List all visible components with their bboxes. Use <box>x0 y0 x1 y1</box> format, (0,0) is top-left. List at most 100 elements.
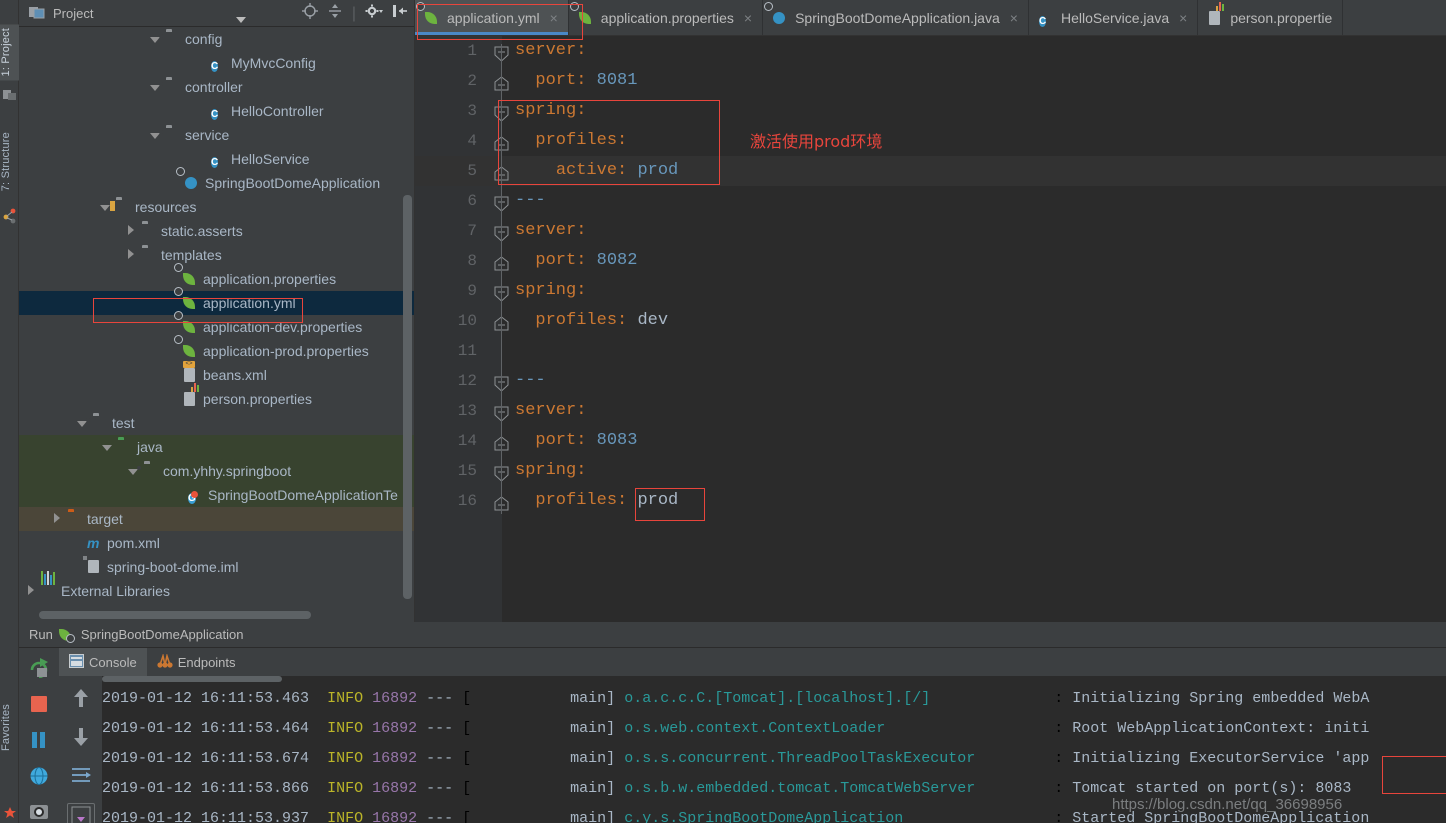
tree-node[interactable]: test <box>19 411 414 435</box>
scroll-to-end-icon[interactable] <box>67 803 95 823</box>
code-line[interactable]: 11 <box>415 336 1446 366</box>
sidebar-item-project[interactable]: 1: Project <box>0 24 19 81</box>
folder-icon <box>135 223 157 239</box>
locate-icon[interactable] <box>301 3 318 24</box>
spring-leaf-icon <box>58 628 75 643</box>
tree-node[interactable]: C HelloController <box>19 99 414 123</box>
code-text: server: <box>515 396 586 426</box>
project-tree[interactable]: config C MyMvcConfig controller C HelloContro… <box>19 27 414 622</box>
tree-node[interactable]: application.properties <box>19 263 414 291</box>
code-editor[interactable]: 1 server: 2 port: 8081 3 spring: 4 profiles: 5… <box>415 36 1446 622</box>
line-number: 4 <box>467 132 477 150</box>
code-line[interactable]: 1 server: <box>415 36 1446 66</box>
rerun-icon[interactable] <box>28 658 50 683</box>
tree-node[interactable]: G SpringBootDomeApplicationTe <box>19 483 414 507</box>
gear-icon[interactable] <box>365 3 383 24</box>
stop-icon[interactable] <box>29 694 49 719</box>
tree-vertical-scrollbar[interactable] <box>403 195 412 599</box>
camera-icon[interactable] <box>29 802 49 823</box>
code-line[interactable]: 12 --- <box>415 366 1446 396</box>
editor-tab-bar: application.yml × application.properties × S… <box>415 0 1446 36</box>
tree-node[interactable]: resources <box>19 195 414 219</box>
ide-window: 1: Project 7: Structure Favorites Projec… <box>0 0 1446 823</box>
tree-node[interactable]: m pom.xml <box>19 531 414 555</box>
editor-tab[interactable]: SpringBootDomeApplication.java × <box>763 0 1029 35</box>
tree-node[interactable]: application.yml <box>19 287 414 315</box>
log-level: INFO <box>327 750 364 767</box>
soft-wrap-icon[interactable] <box>70 766 92 789</box>
hide-panel-icon[interactable] <box>392 4 408 23</box>
tree-node[interactable]: External Libraries <box>19 571 414 603</box>
close-tab-icon[interactable]: × <box>744 10 752 26</box>
globe-icon[interactable] <box>29 766 49 791</box>
code-line[interactable]: 6 --- <box>415 186 1446 216</box>
tree-node[interactable]: person.properties <box>19 383 414 411</box>
code-line[interactable]: 3 spring: <box>415 96 1446 126</box>
close-tab-icon[interactable]: × <box>550 10 558 26</box>
code-line[interactable]: 14 port: 8083 <box>415 426 1446 456</box>
tree-node[interactable]: SpringBootDomeApplication <box>19 167 414 195</box>
code-line[interactable]: 9 spring: <box>415 276 1446 306</box>
tree-node[interactable]: <> beans.xml <box>19 361 414 387</box>
code-line[interactable]: 2 port: 8081 <box>415 66 1446 96</box>
editor-tab[interactable]: C HelloService.java × <box>1029 0 1199 35</box>
tree-node[interactable]: config <box>19 27 414 51</box>
tree-node[interactable]: service <box>19 123 414 147</box>
console-output[interactable]: 2019-01-12 16:11:53.463 INFO 16892 --- [… <box>102 676 1446 823</box>
structure-icon <box>3 208 17 224</box>
pause-icon[interactable] <box>29 730 49 755</box>
code-line[interactable]: 4 profiles: <box>415 126 1446 156</box>
editor-tab[interactable]: person.propertie <box>1198 0 1344 35</box>
tab-endpoints[interactable]: Endpoints <box>147 648 246 676</box>
tool-tab-label: 7: Structure <box>0 132 12 192</box>
close-tab-icon[interactable]: × <box>1010 10 1018 26</box>
code-text: server: <box>515 36 586 66</box>
log-separator: --- <box>426 720 454 737</box>
tree-node[interactable]: controller <box>19 75 414 99</box>
arrow-up-icon[interactable] <box>72 688 90 713</box>
code-line[interactable]: 10 profiles: dev <box>415 306 1446 336</box>
tree-node[interactable]: C MyMvcConfig <box>19 51 414 75</box>
tree-node[interactable]: application-dev.properties <box>19 311 414 339</box>
sidebar-item-structure[interactable]: 7: Structure <box>0 128 19 195</box>
editor-tab[interactable]: application.properties × <box>569 0 764 35</box>
code-line[interactable]: 5 active: prod <box>415 156 1446 186</box>
line-number: 13 <box>457 402 477 420</box>
tree-horizontal-scrollbar[interactable] <box>39 611 311 619</box>
tree-node[interactable]: spring-boot-dome.iml <box>19 555 414 579</box>
tree-node[interactable]: application-prod.properties <box>19 335 414 363</box>
tab-console[interactable]: Console <box>59 648 147 676</box>
code-line[interactable]: 13 server: <box>415 396 1446 426</box>
close-tab-icon[interactable]: × <box>1179 10 1187 26</box>
tree-node[interactable]: java <box>19 435 414 459</box>
expand-toggle-icon[interactable] <box>51 513 63 525</box>
left-tool-strip: 1: Project 7: Structure Favorites <box>0 0 19 823</box>
code-token: : <box>576 401 587 420</box>
console-scrollbar[interactable] <box>102 676 282 682</box>
tree-node[interactable]: static.asserts <box>19 219 414 243</box>
spring-config-icon <box>416 1 441 26</box>
tree-node[interactable]: C HelloService <box>19 147 414 171</box>
java-class-icon: C <box>211 61 219 72</box>
tree-node[interactable]: target <box>19 507 414 531</box>
code-line[interactable]: 8 port: 8082 <box>415 246 1446 276</box>
tree-node-label: application.yml <box>203 295 296 311</box>
code-line[interactable]: 15 spring: <box>415 456 1446 486</box>
no-toggle <box>195 57 207 69</box>
log-level: INFO <box>327 720 364 737</box>
sidebar-item-favorites[interactable]: Favorites <box>0 700 19 755</box>
tree-node-label: java <box>137 439 163 455</box>
log-level: INFO <box>327 690 364 707</box>
code-line[interactable]: 7 server: <box>415 216 1446 246</box>
tree-node[interactable]: com.yhhy.springboot <box>19 459 414 483</box>
collapse-all-icon[interactable] <box>327 3 343 24</box>
endpoints-icon <box>157 652 173 671</box>
expand-toggle-icon[interactable] <box>101 441 113 453</box>
editor-tab[interactable]: application.yml × <box>415 0 569 35</box>
arrow-down-icon[interactable] <box>72 727 90 752</box>
tree-node[interactable]: templates <box>19 243 414 267</box>
code-text: port: 8082 <box>515 246 637 276</box>
expand-toggle-icon[interactable] <box>25 585 37 597</box>
log-separator: --- <box>426 810 454 823</box>
code-line[interactable]: 16 profiles: prod <box>415 486 1446 516</box>
